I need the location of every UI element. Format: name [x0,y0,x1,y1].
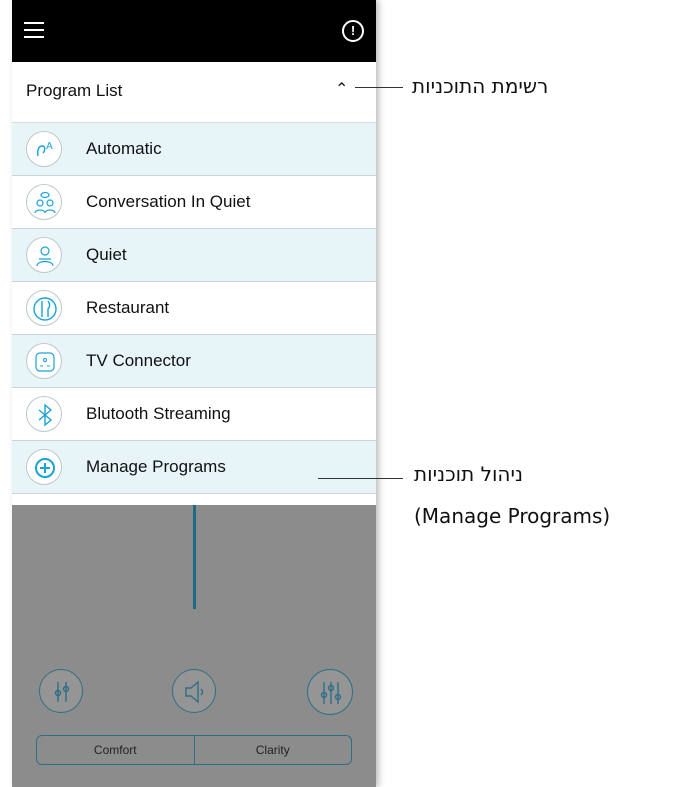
program-item-conversation[interactable]: Conversation In Quiet [12,176,376,229]
program-label: Restaurant [86,298,170,317]
manage-programs-annotation-en: (Manage Programs) [414,504,611,528]
plus-icon [26,449,62,485]
tv-connector-icon [26,343,62,379]
chevron-up-icon[interactable]: ⌃ [335,79,348,99]
program-list-header[interactable]: Program List ⌃ [12,62,376,123]
program-label: Automatic [86,139,162,158]
top-bar: ! [12,0,376,62]
equalizer-button[interactable] [39,669,83,713]
dimmed-overlay: Comfort Clarity [12,505,376,787]
program-label: Conversation In Quiet [86,192,251,211]
speaker-icon [185,680,204,704]
program-item-bluetooth[interactable]: Blutooth Streaming [12,388,376,441]
mixer-icon [320,682,342,704]
automatic-icon: A [26,131,62,167]
program-list-leader-line [355,87,403,88]
hamburger-menu-icon[interactable] [24,22,44,38]
program-label: Quiet [86,245,127,264]
program-label: TV Connector [86,351,191,370]
svg-text:A: A [46,141,53,152]
volume-slider-track [193,505,196,609]
alert-icon[interactable]: ! [342,20,364,42]
comfort-segment[interactable]: Comfort [37,736,194,764]
equalizer-icon [54,682,70,702]
manage-programs-button[interactable]: Manage Programs [12,441,376,494]
program-label: Blutooth Streaming [86,404,231,423]
phone-screen: ! Program List ⌃ A Automatic Conversatio… [12,0,376,787]
conversation-icon [26,184,62,220]
program-label: Manage Programs [86,457,226,476]
program-list-annotation: רשימת התוכניות [412,74,549,98]
program-item-tv-connector[interactable]: TV Connector [12,335,376,388]
program-list: A Automatic Conversation In Quiet Quiet … [12,123,376,494]
mixer-button[interactable] [307,669,353,715]
restaurant-icon [26,290,62,326]
clarity-segment[interactable]: Clarity [193,736,352,764]
quiet-icon [26,237,62,273]
speaker-button[interactable] [172,669,216,713]
manage-leader-line [318,478,403,479]
program-item-automatic[interactable]: A Automatic [12,123,376,176]
manage-programs-annotation-he: ניהול תוכניות [414,462,523,486]
comfort-clarity-toggle[interactable]: Comfort Clarity [36,735,352,765]
page-title: Program List [26,81,123,100]
program-item-restaurant[interactable]: Restaurant [12,282,376,335]
program-item-quiet[interactable]: Quiet [12,229,376,282]
bluetooth-icon [26,396,62,432]
